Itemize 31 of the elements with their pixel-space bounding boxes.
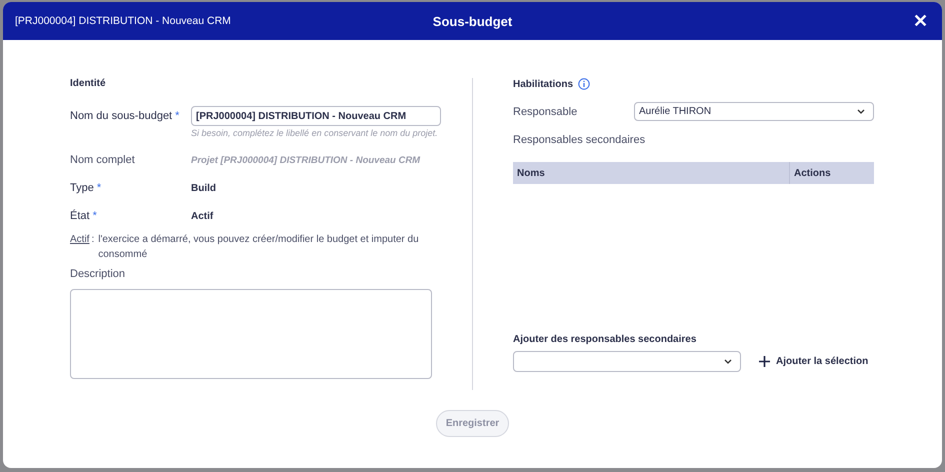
field-label: Nom complet bbox=[70, 154, 136, 166]
field-label: Responsables secondaires bbox=[513, 134, 646, 146]
plus-icon bbox=[759, 356, 770, 367]
chevron-icon bbox=[857, 109, 865, 114]
chevron-icon bbox=[724, 359, 732, 364]
secondary-select[interactable] bbox=[513, 351, 741, 372]
separator: : bbox=[91, 233, 94, 247]
field-label: Ajouter des responsables secondaires bbox=[513, 334, 698, 345]
description-field[interactable] bbox=[70, 289, 432, 379]
project-name: [PRJ000004] DISTRIBUTION - Nouveau CRM bbox=[15, 15, 231, 27]
state-description: l'exercice a démarré, vous pouvez créer/modifier le budget et imputer du consommé bbox=[98, 233, 420, 262]
close-button[interactable]: ✕ bbox=[911, 10, 930, 32]
field-label: Responsable bbox=[513, 106, 578, 118]
state-term: Actif bbox=[70, 233, 90, 247]
owner-select[interactable]: Aurélie THIRON bbox=[634, 102, 874, 121]
section-heading: Habilitations bbox=[513, 78, 574, 90]
field-label: Description bbox=[70, 268, 126, 280]
full-name-value: Projet [PRJ000004] DISTRIBUTION - Nouveau CRM bbox=[191, 154, 420, 166]
section-heading: Identité bbox=[70, 78, 107, 89]
field-label: Type * bbox=[70, 182, 102, 194]
type-value: Build bbox=[191, 182, 216, 194]
name-input[interactable]: [PRJ000004] DISTRIBUTION - Nouveau CRM bbox=[191, 106, 441, 126]
state-value: Actif bbox=[191, 210, 214, 222]
column-header: Actions bbox=[793, 168, 832, 178]
field-label: Nom du sous-budget * bbox=[70, 109, 180, 122]
add-selection-button[interactable]: Ajouter la sélection bbox=[759, 356, 868, 367]
field-hint: Si besoin, complétez le libellé en conservant le nom du projet. bbox=[191, 128, 439, 138]
column-header: Noms bbox=[513, 162, 790, 184]
field-label: État * bbox=[70, 210, 98, 222]
info-icon[interactable] bbox=[578, 78, 590, 90]
modal-title: Sous-budget bbox=[432, 14, 512, 28]
